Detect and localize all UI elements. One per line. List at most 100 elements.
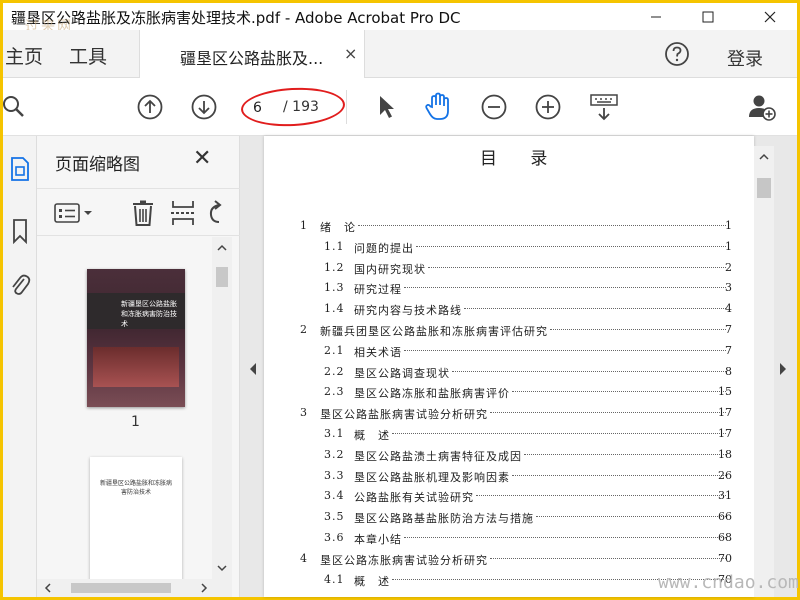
- attachment-icon[interactable]: [3, 268, 37, 302]
- toc-entry-number: 3.1: [324, 426, 345, 440]
- search-icon[interactable]: [0, 92, 29, 122]
- toc-entry[interactable]: 3.3 垦区公路盐胀机理及影响因素 26: [264, 466, 754, 487]
- rotate-page-icon[interactable]: [203, 197, 227, 229]
- toc-entry[interactable]: 1.1 问题的提出 1: [264, 237, 754, 258]
- zoom-out-icon[interactable]: [479, 92, 509, 122]
- toc-entry-page: 15: [718, 385, 732, 399]
- thumbnail-page-number: 1: [131, 414, 140, 430]
- thumbnail-horizontal-scrollbar[interactable]: [37, 579, 232, 597]
- toc-entry-page: 7: [725, 343, 732, 357]
- scroll-down-arrow-icon[interactable]: [212, 561, 232, 575]
- toc-entry[interactable]: 2.3 垦区公路冻胀和盐胀病害评价 15: [264, 382, 754, 403]
- tab-home[interactable]: 主页: [5, 42, 43, 69]
- thumbnail-panel: 页面缩略图 ✕ 新疆垦区公路盐胀和冻胀病害防治技术 1 新疆垦区公路盐胀和冻胀病…: [37, 136, 240, 597]
- toc-leader-dots: [476, 495, 726, 497]
- toc-entry-title: 垦区公路调查现状: [354, 366, 450, 380]
- toc-entry[interactable]: 2.1 相关术语 7: [264, 341, 754, 362]
- toc-leader-dots: [428, 266, 726, 268]
- toc-entry[interactable]: 3.2 垦区公路盐渍土病害特征及成因 18: [264, 445, 754, 466]
- toc-entry-title: 问题的提出: [354, 241, 414, 255]
- maximize-button[interactable]: [685, 3, 731, 30]
- toc-entry[interactable]: 1.3 研究过程 3: [264, 278, 754, 299]
- title-bar: 疆垦区公路盐胀及冻胀病害处理技术.pdf - Adobe Acrobat Pro…: [3, 3, 797, 35]
- scroll-left-arrow-icon[interactable]: [41, 579, 55, 597]
- toc-entry-number: 3.4: [324, 489, 345, 503]
- annotation-ellipse: [240, 85, 346, 129]
- scrollbar-thumb[interactable]: [216, 267, 228, 287]
- toc-entry-page: 68: [718, 530, 732, 544]
- toc-leader-dots: [416, 245, 726, 247]
- page-thumbnails-icon[interactable]: [3, 152, 37, 186]
- delete-page-icon[interactable]: [127, 197, 159, 229]
- add-user-icon[interactable]: [747, 92, 777, 122]
- horizontal-scrollbar-thumb[interactable]: [71, 583, 171, 593]
- toc-entry-page: 8: [725, 364, 732, 378]
- toc-entry-number: 2.3: [324, 385, 345, 399]
- zoom-in-icon[interactable]: [533, 92, 563, 122]
- login-button[interactable]: 登录: [727, 45, 763, 71]
- toc-leader-dots: [512, 391, 726, 393]
- toc-entry-number: 2.2: [324, 364, 345, 378]
- toc-entry-number: 2.1: [324, 343, 345, 357]
- toc-entry[interactable]: 3.5 垦区公路路基盐胀防治方法与措施 66: [264, 507, 754, 528]
- toc-entry[interactable]: 3.1 概 述 17: [264, 424, 754, 445]
- doc-scroll-up-arrow-icon[interactable]: [754, 150, 774, 164]
- toc-entry[interactable]: 3.4 公路盐胀有关试验研究 31: [264, 486, 754, 507]
- tab-tools[interactable]: 工具: [69, 42, 107, 69]
- toc-leader-dots: [392, 432, 726, 434]
- thumbnail-scrollbar[interactable]: [212, 237, 232, 579]
- toc-entry[interactable]: 2 新疆兵团垦区公路盐胀和冻胀病害评估研究 7: [264, 320, 754, 341]
- toc-entry-number: 3.2: [324, 447, 345, 461]
- close-tab-icon[interactable]: ×: [344, 44, 357, 63]
- toc-entry-title: 相关术语: [354, 345, 402, 359]
- toc-entry-title: 公路盐胀有关试验研究: [354, 491, 474, 505]
- toc-entry-page: 4: [725, 302, 732, 316]
- toc-entry-number: 3.5: [324, 510, 345, 524]
- toc-entry[interactable]: 1 绪 论 1: [264, 216, 754, 237]
- toc-entry[interactable]: 3 垦区公路盐胀病害试验分析研究 17: [264, 403, 754, 424]
- scroll-up-arrow-icon[interactable]: [212, 241, 232, 255]
- toc-entry-title: 垦区公路盐胀机理及影响因素: [354, 470, 510, 484]
- tab-document[interactable]: 疆垦区公路盐胀及... ×: [139, 30, 365, 78]
- document-scrollbar[interactable]: [754, 146, 774, 597]
- select-cursor-icon[interactable]: [371, 92, 401, 122]
- arrow-up-circle-icon[interactable]: [135, 92, 165, 122]
- close-window-button[interactable]: [747, 3, 793, 30]
- keyboard-scroll-icon[interactable]: [589, 92, 619, 122]
- minimize-button[interactable]: [633, 3, 679, 30]
- bookmark-icon[interactable]: [3, 214, 37, 248]
- toc-entry[interactable]: 1.2 国内研究现状 2: [264, 258, 754, 279]
- scroll-right-arrow-icon[interactable]: [197, 579, 211, 597]
- toc-entry-page: 26: [718, 468, 732, 482]
- toc-entry[interactable]: 3.6 本章小结 68: [264, 528, 754, 549]
- toc-entry-number: 3: [300, 406, 308, 420]
- toc-leader-dots: [464, 308, 726, 310]
- help-icon[interactable]: [663, 40, 691, 68]
- hand-icon[interactable]: [423, 92, 453, 122]
- toc-entry-title: 研究过程: [354, 283, 402, 297]
- toc-entry-page: 17: [718, 406, 732, 420]
- page-thumbnail-2[interactable]: 新疆垦区公路盐胀和冻胀病害防治技术: [90, 457, 182, 579]
- panel-close-icon[interactable]: ✕: [193, 146, 211, 171]
- toc-entry[interactable]: 2.2 垦区公路调查现状 8: [264, 362, 754, 383]
- collapse-left-panel-icon[interactable]: [248, 362, 258, 376]
- document-viewer: 目 录 1 绪 论 1 1.1 问题的提出 1 1.2 国内研究现状 2 1.3 研究过程 3 1.4 研…: [240, 136, 799, 597]
- toc-entry-page: 1: [725, 219, 732, 232]
- toc-entry-page: 18: [718, 447, 732, 461]
- toc-heading: 目 录: [480, 149, 562, 169]
- toc-entry[interactable]: 4 垦区公路冻胀病害试验分析研究 70: [264, 549, 754, 570]
- tab-bar: 主页 工具 疆垦区公路盐胀及... × 登录: [3, 30, 797, 78]
- window-title: 疆垦区公路盐胀及冻胀病害处理技术.pdf - Adobe Acrobat Pro…: [11, 9, 461, 27]
- toc-entry-number: 2: [300, 322, 308, 336]
- thumbnail-options-icon[interactable]: [53, 197, 97, 229]
- doc-scrollbar-thumb[interactable]: [757, 178, 771, 198]
- arrow-down-circle-icon[interactable]: [189, 92, 219, 122]
- toc-entry[interactable]: 1.4 研究内容与技术路线 4: [264, 299, 754, 320]
- insert-page-icon[interactable]: [167, 197, 199, 229]
- toc-entry-title: 研究内容与技术路线: [354, 304, 462, 318]
- collapse-right-panel-icon[interactable]: [778, 362, 788, 376]
- toc-entry-number: 1.2: [324, 260, 345, 274]
- toc-entry-number: 3.6: [324, 530, 345, 544]
- page-thumbnail-1[interactable]: 新疆垦区公路盐胀和冻胀病害防治技术: [87, 269, 185, 407]
- toc-entry-number: 1.4: [324, 302, 345, 316]
